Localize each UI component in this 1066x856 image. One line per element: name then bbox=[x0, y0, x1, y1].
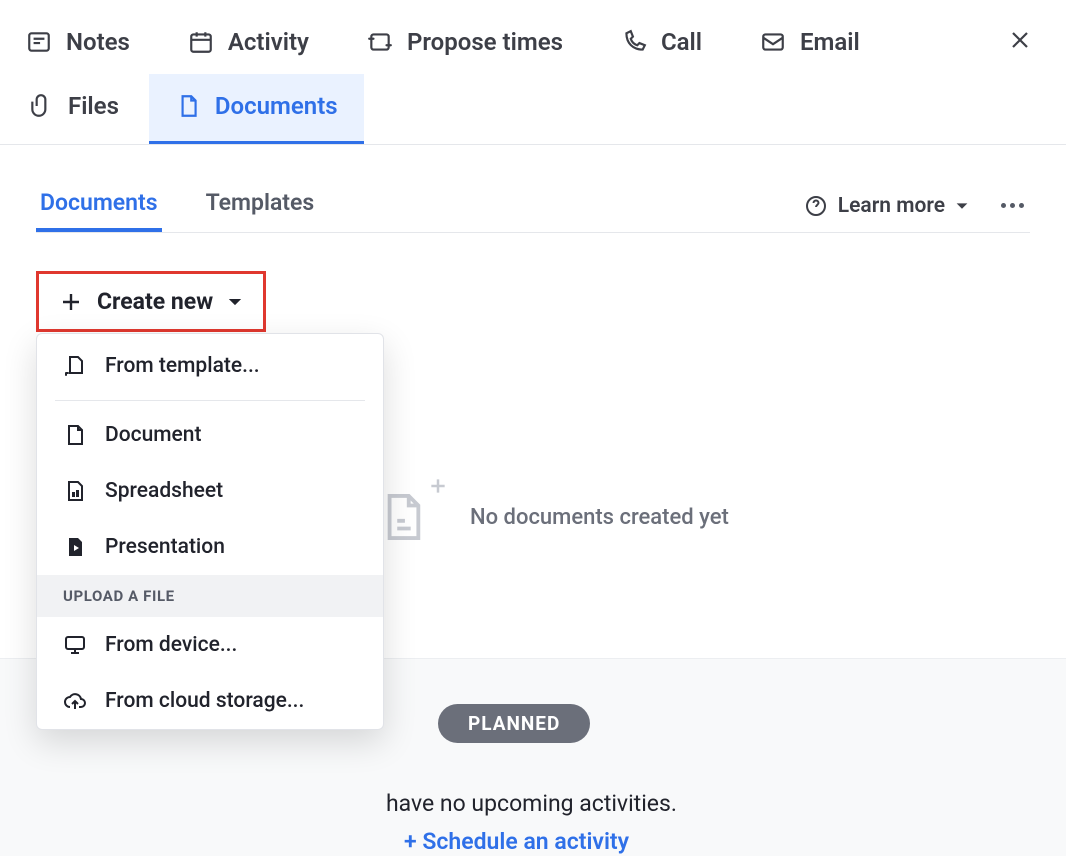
empty-state: No documents created yet bbox=[380, 490, 729, 544]
note-icon bbox=[26, 29, 52, 55]
document-icon bbox=[63, 423, 87, 447]
help-icon bbox=[804, 194, 828, 218]
tab-email-label: Email bbox=[800, 28, 860, 56]
email-icon bbox=[760, 29, 786, 55]
subtabs: Documents Templates Learn more bbox=[36, 179, 1030, 233]
dd-spreadsheet-label: Spreadsheet bbox=[105, 479, 223, 503]
empty-doc-icon bbox=[380, 490, 426, 544]
template-icon bbox=[63, 354, 87, 378]
learn-more-link[interactable]: Learn more bbox=[804, 194, 969, 218]
close-button[interactable] bbox=[1008, 28, 1032, 56]
tab-documents-label: Documents bbox=[215, 92, 338, 120]
tab-notes-label: Notes bbox=[66, 28, 130, 56]
subtab-right-actions: Learn more bbox=[804, 194, 1030, 218]
dd-presentation[interactable]: Presentation bbox=[37, 519, 383, 575]
tab-files-label: Files bbox=[68, 92, 119, 120]
dd-document-label: Document bbox=[105, 423, 202, 447]
tab-propose-times-label: Propose times bbox=[407, 28, 563, 56]
tab-propose-times[interactable]: Propose times bbox=[363, 18, 567, 66]
create-new-label: Create new bbox=[97, 288, 213, 315]
chevron-down-icon bbox=[227, 294, 243, 310]
tab-activity[interactable]: Activity bbox=[184, 18, 313, 66]
dd-from-device[interactable]: From device... bbox=[37, 617, 383, 673]
dot-icon bbox=[1001, 203, 1006, 208]
top-tabs-row1: Notes Activity Propose times Call Email bbox=[0, 0, 1066, 66]
divider bbox=[55, 400, 365, 401]
tab-documents[interactable]: Documents bbox=[149, 74, 364, 144]
subtab-documents[interactable]: Documents bbox=[36, 179, 162, 232]
dd-from-cloud-label: From cloud storage... bbox=[105, 689, 304, 713]
tab-email[interactable]: Email bbox=[756, 18, 864, 66]
tab-activity-label: Activity bbox=[228, 28, 309, 56]
more-menu-button[interactable] bbox=[995, 197, 1030, 214]
dd-from-template-label: From template... bbox=[105, 354, 260, 378]
tab-call[interactable]: Call bbox=[617, 18, 706, 66]
spreadsheet-icon bbox=[63, 479, 87, 503]
empty-state-text: No documents created yet bbox=[470, 505, 729, 530]
dd-document[interactable]: Document bbox=[37, 407, 383, 463]
create-row: Create new From template... Document Spr… bbox=[36, 233, 1030, 332]
presentation-icon bbox=[63, 535, 87, 559]
close-icon bbox=[1008, 28, 1032, 52]
monitor-icon bbox=[63, 633, 87, 657]
create-new-button[interactable]: Create new bbox=[36, 271, 266, 332]
subtab-templates[interactable]: Templates bbox=[202, 179, 319, 232]
document-icon bbox=[175, 93, 201, 119]
create-new-dropdown: From template... Document Spreadsheet Pr… bbox=[36, 333, 384, 730]
paperclip-icon bbox=[28, 93, 54, 119]
calendar-swap-icon bbox=[367, 29, 393, 55]
dd-spreadsheet[interactable]: Spreadsheet bbox=[37, 463, 383, 519]
documents-section: Documents Templates Learn more Create ne… bbox=[0, 145, 1066, 332]
phone-icon bbox=[621, 29, 647, 55]
plus-badge-icon bbox=[428, 476, 448, 500]
chevron-down-icon bbox=[955, 199, 969, 213]
cloud-upload-icon bbox=[63, 689, 87, 713]
dd-presentation-label: Presentation bbox=[105, 535, 225, 559]
plus-icon bbox=[59, 290, 83, 314]
tab-files[interactable]: Files bbox=[22, 74, 141, 144]
top-tabs-row2: Files Documents bbox=[0, 66, 1066, 145]
dot-icon bbox=[1019, 203, 1024, 208]
dd-from-cloud[interactable]: From cloud storage... bbox=[37, 673, 383, 729]
calendar-icon bbox=[188, 29, 214, 55]
footer-text: have no upcoming activities. bbox=[386, 790, 677, 817]
tab-notes[interactable]: Notes bbox=[22, 18, 134, 66]
dd-upload-heading: UPLOAD A FILE bbox=[37, 575, 383, 617]
dd-from-template[interactable]: From template... bbox=[37, 338, 383, 394]
tab-call-label: Call bbox=[661, 28, 702, 56]
dot-icon bbox=[1010, 203, 1015, 208]
planned-badge: PLANNED bbox=[438, 704, 590, 743]
learn-more-label: Learn more bbox=[838, 194, 945, 218]
dd-from-device-label: From device... bbox=[105, 633, 237, 657]
schedule-activity-link[interactable]: + Schedule an activity bbox=[404, 828, 629, 855]
